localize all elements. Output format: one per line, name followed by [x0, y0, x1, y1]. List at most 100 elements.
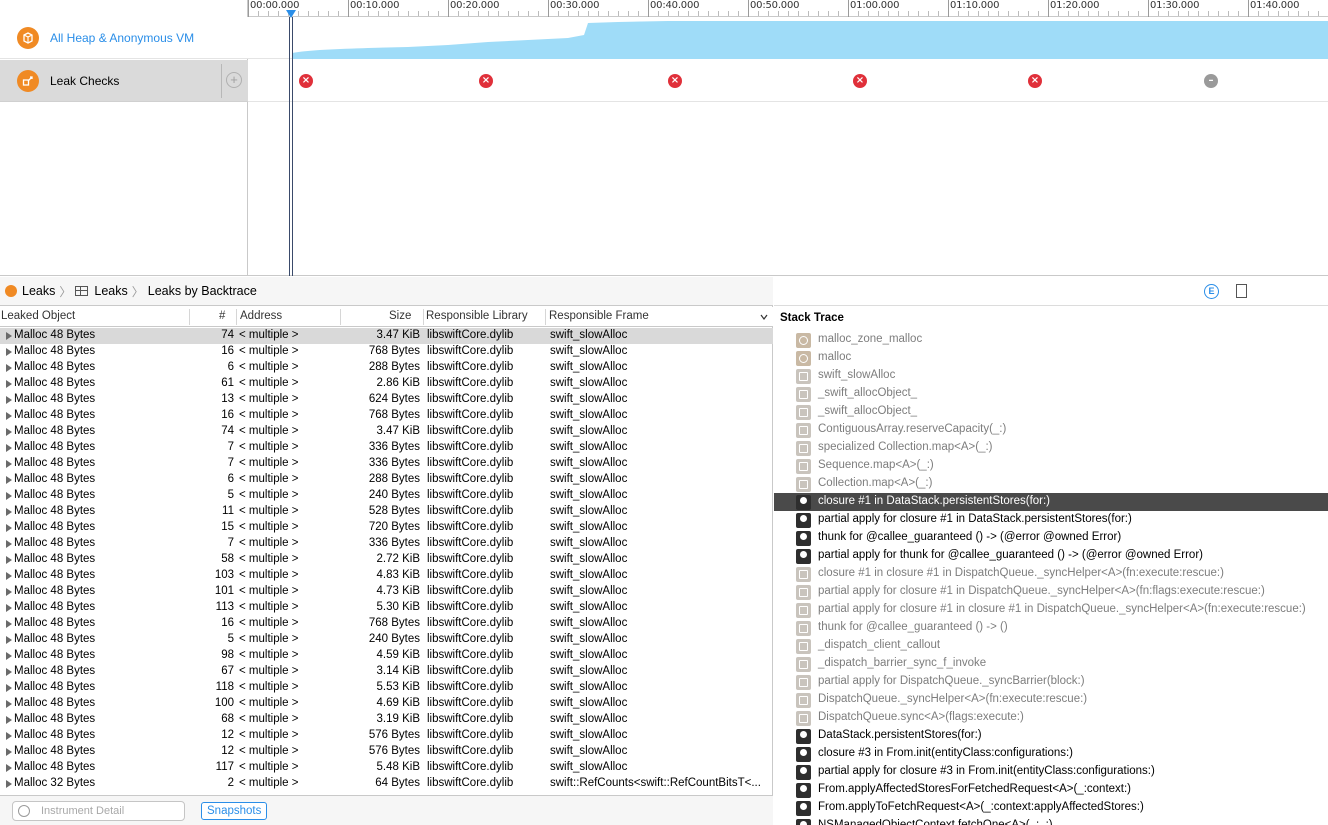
stack-frame[interactable]: closure #1 in DataStack.persistentStores…	[774, 493, 1328, 511]
column-divider[interactable]	[423, 309, 424, 325]
stack-frame[interactable]: _dispatch_barrier_sync_f_invoke	[774, 655, 1328, 673]
stack-frame[interactable]: DataStack.persistentStores(for:)	[774, 727, 1328, 745]
leak-check-failed-marker[interactable]: ×	[299, 74, 313, 88]
column-header-frame[interactable]: Responsible Frame	[549, 310, 649, 322]
table-row[interactable]: Malloc 32 Bytes 2 < multiple > 64 Bytes libs…	[0, 776, 773, 792]
stack-frame[interactable]: Sequence.map<A>(_:)	[774, 457, 1328, 475]
stack-frame[interactable]: closure #3 in From.init(entityClass:conf…	[774, 745, 1328, 763]
extended-detail-icon[interactable]: E	[1204, 284, 1219, 299]
leak-check-failed-marker[interactable]: ×	[479, 74, 493, 88]
disclosure-triangle-icon[interactable]	[6, 748, 12, 756]
table-row[interactable]: Malloc 48 Bytes 5 < multiple > 240 Bytes lib…	[0, 488, 773, 504]
playhead[interactable]	[289, 17, 293, 276]
table-row[interactable]: Malloc 48 Bytes 98 < multiple > 4.59 KiB lib…	[0, 648, 773, 664]
breadcrumb-view[interactable]: Leaks	[94, 284, 127, 298]
disclosure-triangle-icon[interactable]	[6, 588, 12, 596]
table-row[interactable]: Malloc 48 Bytes 58 < multiple > 2.72 KiB lib…	[0, 552, 773, 568]
table-row[interactable]: Malloc 48 Bytes 103 < multiple > 4.83 KiB li…	[0, 568, 773, 584]
table-row[interactable]: Malloc 48 Bytes 100 < multiple > 4.69 KiB li…	[0, 696, 773, 712]
disclosure-triangle-icon[interactable]	[6, 732, 12, 740]
stack-frame[interactable]: NSManagedObjectContext.fetchOne<A>(_:_:)	[774, 817, 1328, 825]
disclosure-triangle-icon[interactable]	[6, 540, 12, 548]
table-row[interactable]: Malloc 48 Bytes 12 < multiple > 576 Bytes li…	[0, 728, 773, 744]
breadcrumb-instrument[interactable]: Leaks	[22, 284, 55, 298]
table-row[interactable]: Malloc 48 Bytes 15 < multiple > 720 Bytes li…	[0, 520, 773, 536]
disclosure-triangle-icon[interactable]	[6, 716, 12, 724]
stack-frame[interactable]: malloc	[774, 349, 1328, 367]
stack-frame[interactable]: specialized Collection.map<A>(_:)	[774, 439, 1328, 457]
disclosure-triangle-icon[interactable]	[6, 668, 12, 676]
table-row[interactable]: Malloc 48 Bytes 7 < multiple > 336 Bytes lib…	[0, 440, 773, 456]
table-row[interactable]: Malloc 48 Bytes 117 < multiple > 5.48 KiB li…	[0, 760, 773, 776]
table-row[interactable]: Malloc 48 Bytes 16 < multiple > 768 Bytes li…	[0, 616, 773, 632]
table-row[interactable]: Malloc 48 Bytes 74 < multiple > 3.47 KiB lib…	[0, 424, 773, 440]
column-header-size[interactable]: Size	[389, 310, 411, 322]
breadcrumb-mode[interactable]: Leaks by Backtrace	[148, 284, 257, 298]
column-header-leaked-object[interactable]: Leaked Object	[1, 310, 75, 322]
playhead-handle-icon[interactable]	[286, 10, 296, 18]
disclosure-triangle-icon[interactable]	[6, 444, 12, 452]
table-row[interactable]: Malloc 48 Bytes 7 < multiple > 336 Bytes lib…	[0, 456, 773, 472]
leak-check-failed-marker[interactable]: ×	[1028, 74, 1042, 88]
column-header-count[interactable]: #	[219, 310, 225, 322]
time-ruler[interactable]: 00:00.000 00:10.000 00:20.000 00:30.000 00:4…	[248, 0, 1328, 17]
disclosure-triangle-icon[interactable]	[6, 684, 12, 692]
disclosure-triangle-icon[interactable]	[6, 620, 12, 628]
stack-frame[interactable]: _swift_allocObject_	[774, 403, 1328, 421]
document-icon[interactable]	[1236, 284, 1247, 298]
table-row[interactable]: Malloc 48 Bytes 11 < multiple > 528 Bytes li…	[0, 504, 773, 520]
disclosure-triangle-icon[interactable]	[6, 332, 12, 340]
disclosure-triangle-icon[interactable]	[6, 428, 12, 436]
leak-check-failed-marker[interactable]: ×	[668, 74, 682, 88]
stack-frame[interactable]: partial apply for closure #3 in From.ini…	[774, 763, 1328, 781]
column-divider[interactable]	[340, 309, 341, 325]
column-divider[interactable]	[236, 309, 237, 325]
stack-frame[interactable]: partial apply for closure #1 in DataStac…	[774, 511, 1328, 529]
stack-frame[interactable]: partial apply for closure #1 in Dispatch…	[774, 583, 1328, 601]
table-row[interactable]: Malloc 48 Bytes 7 < multiple > 336 Bytes lib…	[0, 536, 773, 552]
table-row[interactable]: Malloc 48 Bytes 6 < multiple > 288 Bytes lib…	[0, 360, 773, 376]
column-divider[interactable]	[189, 309, 190, 325]
column-header-address[interactable]: Address	[240, 310, 282, 322]
table-row[interactable]: Malloc 48 Bytes 6 < multiple > 288 Bytes lib…	[0, 472, 773, 488]
stack-frame[interactable]: From.applyAffectedStoresForFetchedReques…	[774, 781, 1328, 799]
disclosure-triangle-icon[interactable]	[6, 636, 12, 644]
disclosure-triangle-icon[interactable]	[6, 764, 12, 772]
table-row[interactable]: Malloc 48 Bytes 5 < multiple > 240 Bytes lib…	[0, 632, 773, 648]
disclosure-triangle-icon[interactable]	[6, 604, 12, 612]
stack-frame[interactable]: thunk for @callee_guaranteed () -> ()	[774, 619, 1328, 637]
disclosure-triangle-icon[interactable]	[6, 508, 12, 516]
column-divider[interactable]	[545, 309, 546, 325]
table-row[interactable]: Malloc 48 Bytes 118 < multiple > 5.53 KiB li…	[0, 680, 773, 696]
disclosure-triangle-icon[interactable]	[6, 348, 12, 356]
stack-frame[interactable]: thunk for @callee_guaranteed () -> (@err…	[774, 529, 1328, 547]
disclosure-triangle-icon[interactable]	[6, 380, 12, 388]
stack-frame[interactable]: partial apply for DispatchQueue._syncBar…	[774, 673, 1328, 691]
table-row[interactable]: Malloc 48 Bytes 74 < multiple > 3.47 KiB…	[0, 328, 773, 344]
sort-chevron-down-icon[interactable]	[760, 314, 768, 320]
stack-frame[interactable]: closure #1 in closure #1 in DispatchQueu…	[774, 565, 1328, 583]
stack-frame[interactable]: ContiguousArray.reserveCapacity(_:)	[774, 421, 1328, 439]
disclosure-triangle-icon[interactable]	[6, 412, 12, 420]
table-row[interactable]: Malloc 48 Bytes 113 < multiple > 5.30 KiB li…	[0, 600, 773, 616]
table-row[interactable]: Malloc 48 Bytes 61 < multiple > 2.86 KiB lib…	[0, 376, 773, 392]
table-row[interactable]: Malloc 48 Bytes 16 < multiple > 768 Bytes li…	[0, 344, 773, 360]
table-row[interactable]: Malloc 48 Bytes 16 < multiple > 768 Bytes li…	[0, 408, 773, 424]
table-row[interactable]: Malloc 48 Bytes 12 < multiple > 576 Bytes li…	[0, 744, 773, 760]
stack-frame[interactable]: partial apply for closure #1 in closure …	[774, 601, 1328, 619]
timeline[interactable]: × × × × × –	[248, 17, 1328, 276]
add-track-button[interactable]: +	[226, 72, 242, 88]
snapshots-button[interactable]: Snapshots	[201, 802, 268, 820]
stack-frame[interactable]: partial apply for thunk for @callee_guar…	[774, 547, 1328, 565]
track-heap[interactable]: All Heap & Anonymous VM	[0, 17, 248, 59]
disclosure-triangle-icon[interactable]	[6, 524, 12, 532]
leak-check-clean-marker[interactable]: –	[1204, 74, 1218, 88]
disclosure-triangle-icon[interactable]	[6, 476, 12, 484]
table-row[interactable]: Malloc 48 Bytes 13 < multiple > 624 Bytes li…	[0, 392, 773, 408]
stack-frame[interactable]: DispatchQueue.sync<A>(flags:execute:)	[774, 709, 1328, 727]
stack-frame[interactable]: _swift_allocObject_	[774, 385, 1328, 403]
instrument-detail-filter-input[interactable]: Instrument Detail	[12, 801, 185, 821]
leak-check-failed-marker[interactable]: ×	[853, 74, 867, 88]
table-row[interactable]: Malloc 48 Bytes 101 < multiple > 4.73 KiB li…	[0, 584, 773, 600]
stack-frame[interactable]: swift_slowAlloc	[774, 367, 1328, 385]
